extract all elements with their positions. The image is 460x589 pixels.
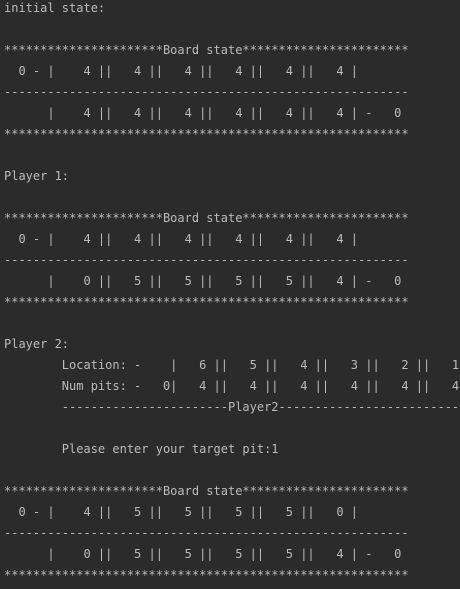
console-line: ****************************************… bbox=[4, 568, 409, 582]
console-line: Location: - | 6 || 5 || 4 || 3 || 2 || 1 bbox=[4, 358, 460, 372]
console-line: 0 - | 4 || 5 || 5 || 5 || 5 || 0 | bbox=[4, 505, 359, 519]
console-line: ****************************************… bbox=[4, 295, 409, 309]
console-line: **********************Board state*******… bbox=[4, 211, 409, 225]
console-line: ----------------------------------------… bbox=[4, 85, 409, 99]
console-line: **********************Board state*******… bbox=[4, 484, 409, 498]
console-line: | 0 || 5 || 5 || 5 || 5 || 4 | - 0 bbox=[4, 547, 402, 561]
console-line: Please enter your target pit:1 bbox=[4, 442, 279, 456]
console-line: 0 - | 4 || 4 || 4 || 4 || 4 || 4 | bbox=[4, 232, 359, 246]
console-line: Player 2: bbox=[4, 337, 70, 351]
console-line: ----------------------------------------… bbox=[4, 253, 409, 267]
console-line: 0 - | 4 || 4 || 4 || 4 || 4 || 4 | bbox=[4, 64, 359, 78]
console-line: | 4 || 4 || 4 || 4 || 4 || 4 | - 0 bbox=[4, 106, 402, 120]
console-line: -----------------------Player2----------… bbox=[4, 400, 460, 414]
console-output: initial state: **********************Boa… bbox=[0, 0, 460, 589]
console-line: | 0 || 5 || 5 || 5 || 5 || 4 | - 0 bbox=[4, 274, 402, 288]
console-line: ****************************************… bbox=[4, 127, 409, 141]
console-line: **********************Board state*******… bbox=[4, 43, 409, 57]
console-line: ----------------------------------------… bbox=[4, 526, 409, 540]
console-line: Player 1: bbox=[4, 169, 70, 183]
console-line: Num pits: - 0| 4 || 4 || 4 || 4 || 4 || … bbox=[4, 379, 460, 393]
console-line: initial state: bbox=[4, 1, 106, 15]
